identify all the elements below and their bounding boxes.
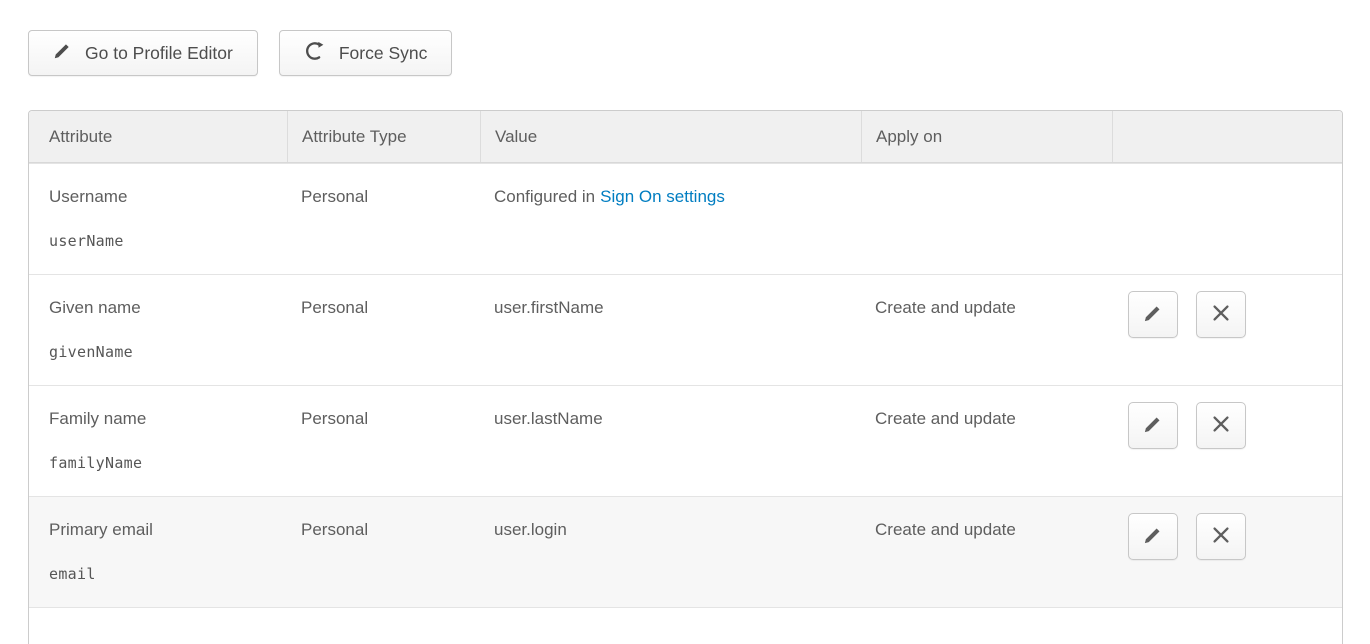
attribute-label: Given name <box>49 297 277 318</box>
table-row-primary-email: Primary email email Personal user.login … <box>29 496 1342 607</box>
actions-cell <box>1112 275 1342 385</box>
attribute-cell: Username userName <box>29 164 287 274</box>
attribute-label: Family name <box>49 408 277 429</box>
pencil-icon <box>53 41 72 65</box>
refresh-icon <box>304 40 326 67</box>
attribute-variable-name: userName <box>49 232 277 251</box>
delete-attribute-button[interactable] <box>1196 291 1246 338</box>
x-icon <box>1212 415 1230 436</box>
table-header: Attribute Attribute Type Value Apply on <box>29 111 1342 163</box>
attribute-cell: Family name familyName <box>29 386 287 496</box>
table-row-family-name: Family name familyName Personal user.las… <box>29 385 1342 496</box>
attribute-cell: Given name givenName <box>29 275 287 385</box>
table-row-given-name: Given name givenName Personal user.first… <box>29 274 1342 385</box>
attribute-cell: Primary email email <box>29 497 287 607</box>
apply-on-cell <box>861 164 1112 274</box>
edit-attribute-button[interactable] <box>1128 291 1178 338</box>
actions-cell <box>1112 386 1342 496</box>
attribute-variable-name: givenName <box>49 343 277 362</box>
attribute-variable-name: email <box>49 565 277 584</box>
table-row-username: Username userName Personal Configured in… <box>29 163 1342 274</box>
edit-attribute-button[interactable] <box>1128 513 1178 560</box>
attribute-mappings-page: Go to Profile Editor Force Sync Attribut… <box>0 0 1370 644</box>
go-to-profile-editor-button[interactable]: Go to Profile Editor <box>28 30 258 76</box>
value-cell: user.lastName <box>480 386 861 496</box>
actions-cell-empty <box>1112 164 1342 274</box>
attribute-type-cell: Personal <box>287 497 480 607</box>
column-header-apply-on: Apply on <box>861 111 1112 162</box>
attribute-label: Username <box>49 186 277 207</box>
x-icon <box>1212 304 1230 325</box>
toolbar: Go to Profile Editor Force Sync <box>28 30 1343 76</box>
attribute-type-cell: Personal <box>287 275 480 385</box>
value-cell: user.login <box>480 497 861 607</box>
attribute-variable-name: familyName <box>49 454 277 473</box>
attribute-mapping-table: Attribute Attribute Type Value Apply on … <box>28 110 1343 644</box>
pencil-icon <box>1143 525 1163 548</box>
force-sync-label: Force Sync <box>339 43 428 64</box>
edit-attribute-button[interactable] <box>1128 402 1178 449</box>
sign-on-settings-link[interactable]: Sign On settings <box>600 187 725 206</box>
column-header-attribute: Attribute <box>29 111 287 162</box>
force-sync-button[interactable]: Force Sync <box>279 30 453 76</box>
attribute-type-cell: Personal <box>287 386 480 496</box>
value-cell: user.firstName <box>480 275 861 385</box>
column-header-value: Value <box>480 111 861 162</box>
value-cell: Configured in Sign On settings <box>480 164 861 274</box>
column-header-attribute-type: Attribute Type <box>287 111 480 162</box>
pencil-icon <box>1143 303 1163 326</box>
apply-on-cell: Create and update <box>861 386 1112 496</box>
pencil-icon <box>1143 414 1163 437</box>
attribute-label: Primary email <box>49 519 277 540</box>
x-icon <box>1212 526 1230 547</box>
delete-attribute-button[interactable] <box>1196 402 1246 449</box>
delete-attribute-button[interactable] <box>1196 513 1246 560</box>
attribute-type-cell: Personal <box>287 164 480 274</box>
apply-on-cell: Create and update <box>861 497 1112 607</box>
table-row-partial <box>29 607 1342 644</box>
column-header-actions <box>1112 111 1342 162</box>
apply-on-cell: Create and update <box>861 275 1112 385</box>
actions-cell <box>1112 497 1342 607</box>
value-prefix-text: Configured in <box>494 187 595 206</box>
go-to-profile-editor-label: Go to Profile Editor <box>85 43 233 64</box>
